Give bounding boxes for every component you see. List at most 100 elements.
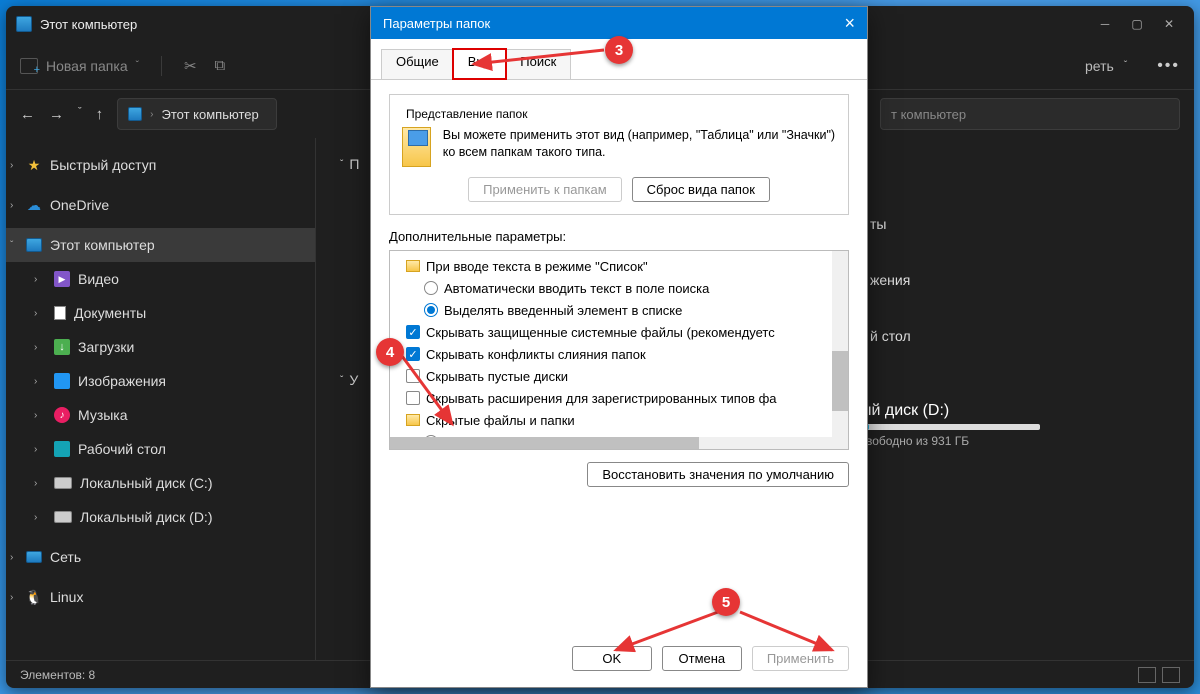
chevron-down-icon: ˇ (136, 60, 139, 71)
desktop-icon (54, 441, 70, 457)
minimize-button[interactable]: ─ (1098, 17, 1112, 31)
maximize-button[interactable]: ▢ (1130, 17, 1144, 31)
folder-item[interactable]: ты (870, 216, 1170, 232)
option-hide-extensions[interactable]: Скрывать расширения для зарегистрированн… (396, 387, 842, 409)
penguin-icon: 🐧 (26, 589, 42, 605)
horizontal-scrollbar[interactable] (390, 437, 832, 449)
sidebar-item-this-pc[interactable]: ˇ Этот компьютер (6, 228, 315, 262)
chevron-right-icon[interactable]: › (34, 478, 37, 489)
this-pc-icon (16, 16, 32, 32)
tab-label: Общие (396, 54, 439, 69)
option-select-typed-item[interactable]: Выделять введенный элемент в списке (396, 299, 842, 321)
forward-button[interactable]: → (49, 106, 64, 123)
sidebar-item-desktop[interactable]: › Рабочий стол (6, 432, 315, 466)
vertical-scrollbar[interactable] (832, 251, 848, 449)
nav-arrows: ← → ˇ ↑ (20, 106, 103, 123)
ok-button[interactable]: OK (572, 646, 652, 671)
chevron-down-icon[interactable]: ˇ (10, 240, 13, 251)
folder-views-text: Вы можете применить этот вид (например, … (443, 127, 836, 161)
checkbox-icon[interactable]: ✓ (406, 347, 420, 361)
sidebar-item-local-disk-d[interactable]: › Локальный диск (D:) (6, 500, 315, 534)
sidebar-item-downloads[interactable]: › ↓ Загрузки (6, 330, 315, 364)
chevron-right-icon[interactable]: › (34, 376, 37, 387)
annotation-badge-5: 5 (712, 588, 740, 616)
chevron-right-icon[interactable]: › (34, 410, 37, 421)
up-button[interactable]: ↑ (96, 106, 104, 123)
badge-label: 4 (386, 344, 394, 361)
sidebar-label: OneDrive (50, 197, 109, 213)
this-pc-icon (26, 238, 42, 252)
sidebar-label: Локальный диск (D:) (80, 509, 213, 525)
apply-button[interactable]: Применить (752, 646, 849, 671)
tab-view[interactable]: Вид (453, 49, 507, 79)
folder-options-dialog: Параметры папок × Общие Вид Поиск Предст… (370, 6, 868, 688)
sidebar-item-pictures[interactable]: › Изображения (6, 364, 315, 398)
sidebar-item-onedrive[interactable]: › ☁ OneDrive (6, 188, 315, 222)
drive-icon (54, 511, 72, 523)
option-hide-empty-drives[interactable]: Скрывать пустые диски (396, 365, 842, 387)
view-dropdown-label[interactable]: реть (1085, 58, 1114, 74)
copy-icon[interactable]: ⧉ (215, 57, 226, 74)
search-input[interactable]: т компьютер (880, 98, 1180, 130)
drive-item-d[interactable]: ый диск (D:) свободно из 931 ГБ (860, 402, 1170, 448)
reset-folders-button[interactable]: Сброс вида папок (632, 177, 770, 202)
view-grid-icon[interactable] (1162, 667, 1180, 683)
folder-label: й стол (870, 328, 911, 344)
sidebar-label: Linux (50, 589, 83, 605)
sidebar-label: Музыка (78, 407, 128, 423)
radio-icon[interactable] (424, 281, 438, 295)
tab-general[interactable]: Общие (381, 49, 454, 79)
back-button[interactable]: ← (20, 106, 35, 123)
advanced-settings-label: Дополнительные параметры: (389, 229, 849, 244)
chevron-right-icon[interactable]: › (10, 592, 13, 603)
sidebar: › ★ Быстрый доступ › ☁ OneDrive ˇ Этот к… (6, 138, 316, 660)
search-placeholder: т компьютер (891, 107, 966, 122)
chevron-down-icon[interactable]: ˇ (78, 106, 82, 123)
folder-item[interactable]: й стол (870, 328, 1170, 344)
scrollbar-thumb[interactable] (390, 437, 699, 449)
option-label: Скрывать защищенные системные файлы (рек… (426, 325, 775, 340)
button-label: Отмена (679, 651, 726, 666)
sidebar-item-music[interactable]: › ♪ Музыка (6, 398, 315, 432)
new-folder-button[interactable]: + Новая папка ˇ (20, 58, 139, 74)
checkbox-icon[interactable] (406, 391, 420, 405)
cloud-icon: ☁ (26, 197, 42, 213)
scrollbar-thumb[interactable] (832, 351, 848, 411)
sidebar-item-documents[interactable]: › Документы (6, 296, 315, 330)
cut-icon[interactable]: ✂ (184, 57, 197, 75)
chevron-right-icon[interactable]: › (34, 444, 37, 455)
close-button[interactable]: ✕ (1162, 17, 1176, 31)
sidebar-item-videos[interactable]: › ▶ Видео (6, 262, 315, 296)
chevron-right-icon[interactable]: › (34, 342, 37, 353)
option-hide-protected-files[interactable]: ✓ Скрывать защищенные системные файлы (ре… (396, 321, 842, 343)
chevron-right-icon[interactable]: › (10, 160, 13, 171)
sidebar-item-network[interactable]: › Сеть (6, 540, 315, 574)
window-title: Этот компьютер (40, 17, 137, 32)
chevron-right-icon[interactable]: › (34, 512, 37, 523)
sidebar-item-local-disk-c[interactable]: › Локальный диск (C:) (6, 466, 315, 500)
sidebar-item-linux[interactable]: › 🐧 Linux (6, 580, 315, 614)
radio-icon[interactable] (424, 303, 438, 317)
address-bar[interactable]: › Этот компьютер (117, 98, 277, 130)
folder-item[interactable]: жения (870, 272, 1170, 288)
cancel-button[interactable]: Отмена (662, 646, 742, 671)
network-icon (26, 551, 42, 563)
chevron-right-icon[interactable]: › (34, 274, 37, 285)
option-hide-merge-conflicts[interactable]: ✓Скрывать конфликты слияния папок (396, 343, 842, 365)
tree-group: При вводе текста в режиме "Список" (396, 255, 842, 277)
apply-to-folders-button[interactable]: Применить к папкам (468, 177, 622, 202)
sidebar-item-quick-access[interactable]: › ★ Быстрый доступ (6, 148, 315, 182)
chevron-right-icon[interactable]: › (10, 200, 13, 211)
chevron-right-icon[interactable]: › (10, 552, 13, 563)
tab-search[interactable]: Поиск (505, 49, 571, 79)
view-list-icon[interactable] (1138, 667, 1156, 683)
chevron-right-icon[interactable]: › (34, 308, 37, 319)
dialog-close-button[interactable]: × (844, 13, 855, 34)
annotation-badge-3: 3 (605, 36, 633, 64)
checkbox-icon[interactable]: ✓ (406, 325, 420, 339)
more-button[interactable]: ••• (1157, 57, 1180, 75)
checkbox-icon[interactable] (406, 369, 420, 383)
option-auto-type-search[interactable]: Автоматически вводить текст в поле поиск… (396, 277, 842, 299)
view-mode-icons (1138, 667, 1180, 683)
restore-defaults-button[interactable]: Восстановить значения по умолчанию (587, 462, 849, 487)
